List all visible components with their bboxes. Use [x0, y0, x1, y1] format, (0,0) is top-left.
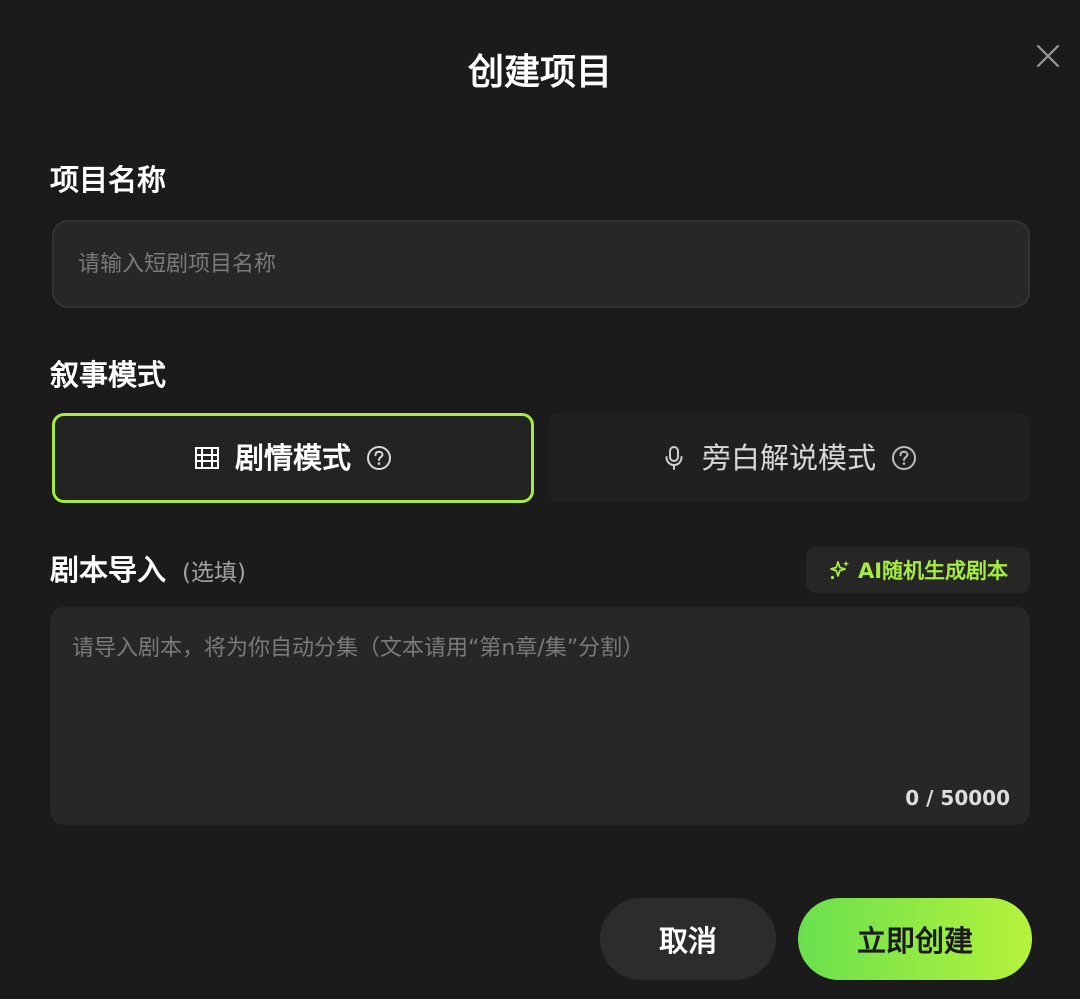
ai-generate-script-button[interactable]: AI随机生成剧本 [806, 547, 1030, 593]
mode-option-plot[interactable]: 剧情模式 [52, 413, 534, 503]
script-import-label: 剧本导入 (选填) [50, 550, 246, 593]
cancel-button[interactable]: 取消 [600, 898, 776, 980]
ai-generate-label: AI随机生成剧本 [857, 559, 1009, 583]
mode-option-label: 旁白解说模式 [701, 441, 876, 475]
film-icon [193, 444, 221, 472]
help-icon[interactable] [365, 444, 393, 472]
create-project-dialog: 创建项目 项目名称 叙事模式 剧情模式 [0, 0, 1080, 999]
create-now-button[interactable]: 立即创建 [798, 898, 1032, 980]
script-import-title: 剧本导入 [50, 553, 167, 587]
help-icon[interactable] [890, 444, 918, 472]
microphone-icon [660, 444, 688, 472]
mode-option-narration[interactable]: 旁白解说模式 [548, 413, 1030, 503]
sparkle-icon [828, 558, 852, 582]
project-name-input[interactable] [52, 220, 1030, 308]
mode-option-label: 剧情模式 [234, 441, 351, 475]
close-icon [1036, 44, 1060, 68]
close-button[interactable] [1030, 38, 1066, 74]
optional-tag: (选填) [182, 560, 246, 586]
narrative-mode-label: 叙事模式 [50, 358, 167, 392]
project-name-label: 项目名称 [50, 163, 167, 197]
dialog-title: 创建项目 [467, 52, 612, 93]
character-counter: 0 / 50000 [905, 786, 1010, 810]
